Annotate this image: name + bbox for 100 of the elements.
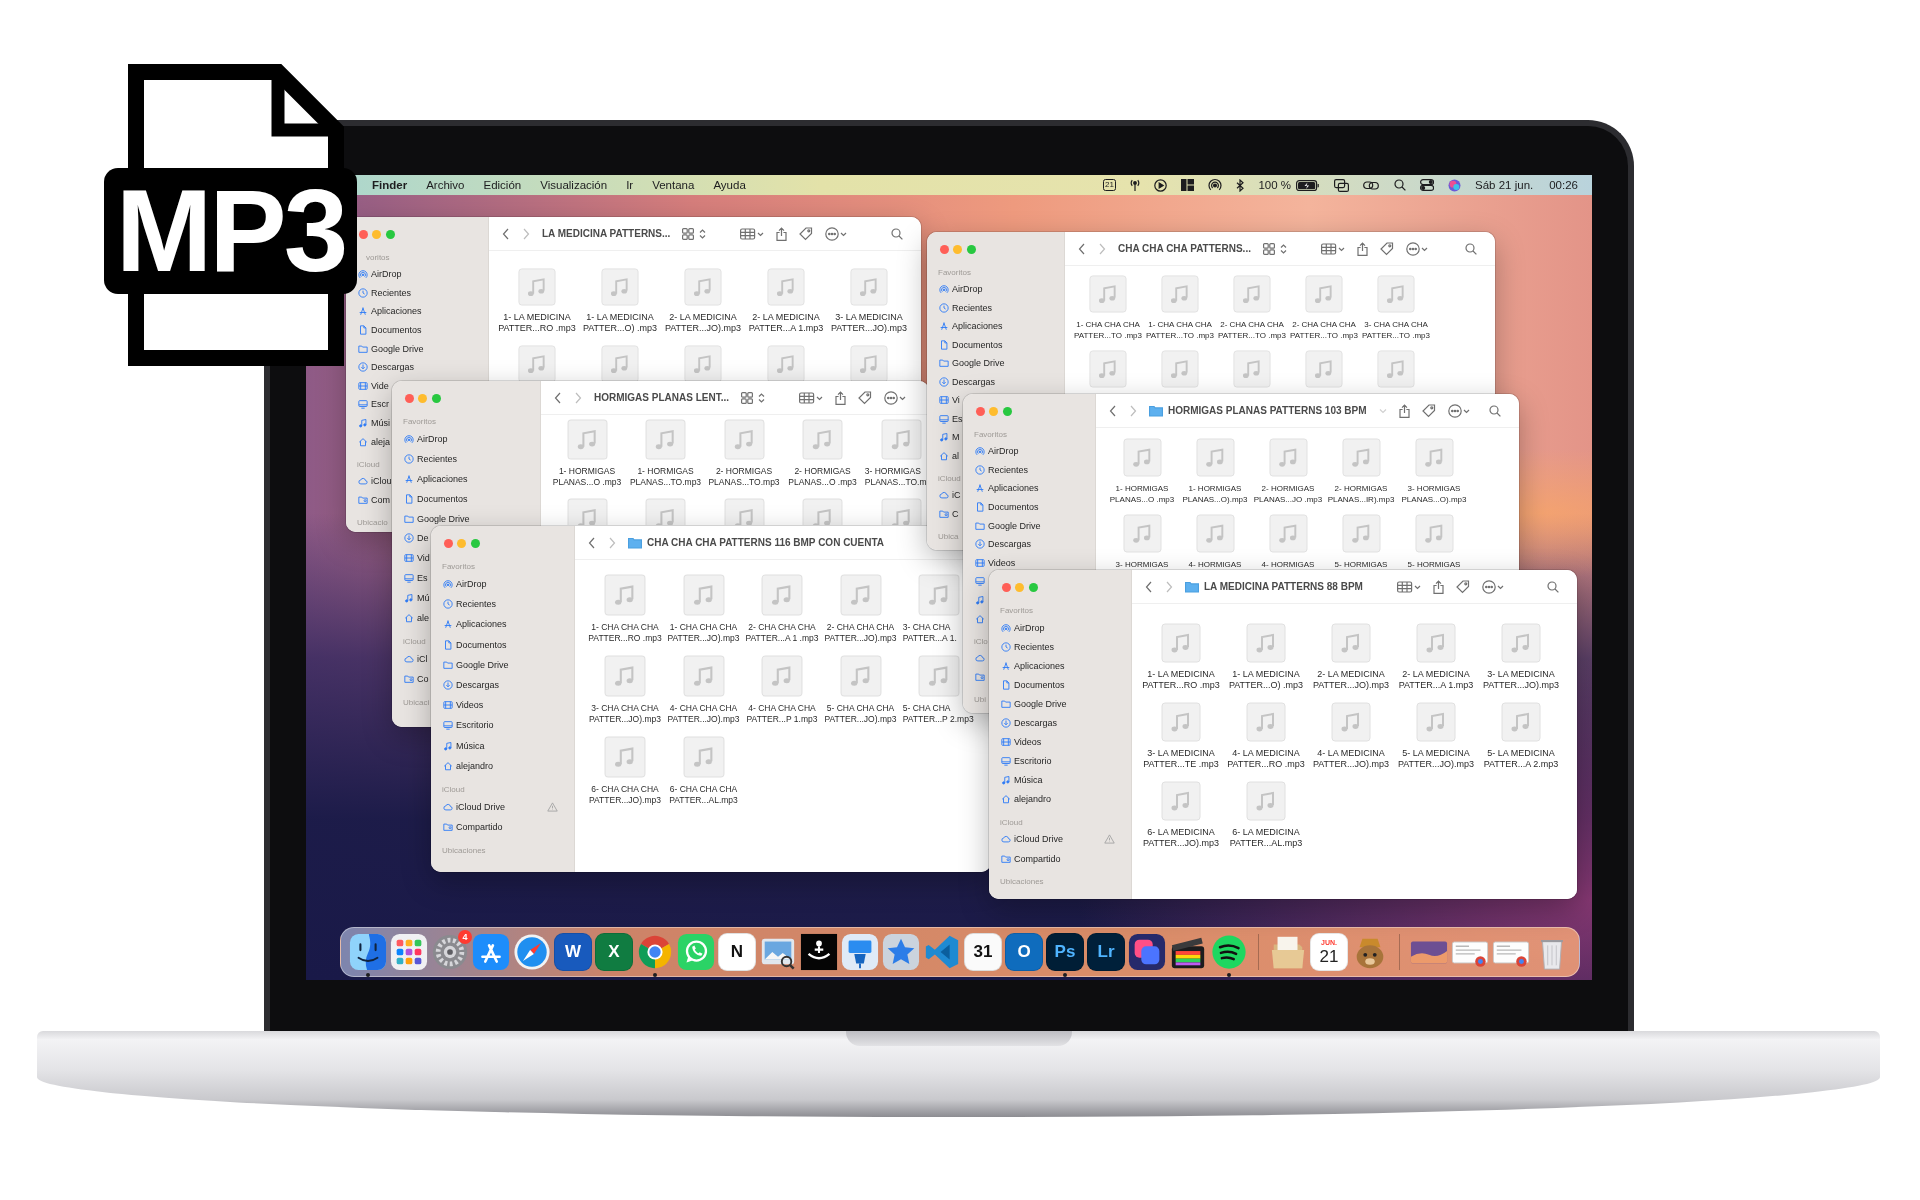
sidebar-item[interactable]: Aplicaciones	[404, 473, 468, 484]
audio-file-icon[interactable]	[850, 344, 888, 381]
sidebar-item[interactable]: Google Drive	[939, 358, 1005, 369]
grid-view-icon[interactable]	[682, 227, 707, 240]
back-icon[interactable]	[502, 227, 510, 240]
sidebar-item[interactable]: Google Drive	[443, 659, 509, 670]
audio-file-icon[interactable]	[1501, 702, 1541, 742]
sidebar-item[interactable]: Música	[443, 740, 485, 751]
sidebar-item[interactable]: Aplicaciones	[358, 306, 422, 317]
grouped-list-icon[interactable]	[799, 391, 823, 404]
search-icon[interactable]	[891, 227, 903, 240]
grid-view-icon[interactable]	[741, 391, 765, 404]
reclining-figure-icon[interactable]	[800, 933, 838, 971]
share-icon[interactable]	[835, 390, 846, 405]
sidebar-item[interactable]: Escritorio	[443, 720, 494, 731]
sidebar-item[interactable]: Vi	[939, 395, 960, 406]
audio-file-icon[interactable]	[1195, 438, 1235, 477]
sidebar-item[interactable]: Música	[1001, 775, 1043, 786]
audio-file-icon[interactable]	[761, 655, 803, 697]
sidebar-item[interactable]: Aplicaciones	[1001, 660, 1065, 671]
app-menu[interactable]: Finder	[372, 179, 408, 191]
battery-icon[interactable]	[1296, 179, 1321, 191]
app-grid-icon[interactable]	[390, 933, 428, 971]
audio-file-icon[interactable]	[1377, 350, 1415, 388]
sidebar-item[interactable]: Descargas	[443, 680, 500, 691]
audio-file-icon[interactable]	[1331, 623, 1371, 663]
play-circle-icon[interactable]	[1154, 178, 1168, 192]
sidebar-item[interactable]: Videos	[443, 700, 484, 711]
audio-file-icon[interactable]	[1268, 513, 1308, 553]
sidebar-item[interactable]: Músi	[358, 418, 390, 429]
audio-file-icon[interactable]	[1161, 781, 1201, 821]
sidebar-item[interactable]: De	[404, 533, 429, 544]
sidebar-item[interactable]: Recientes	[443, 599, 497, 610]
zoom-button[interactable]	[1002, 406, 1012, 416]
audio-file-icon[interactable]	[839, 655, 882, 697]
zoom-button[interactable]	[966, 244, 976, 254]
search-icon[interactable]	[1489, 404, 1501, 417]
audio-file-icon[interactable]	[1161, 350, 1199, 388]
audio-file-icon[interactable]	[1341, 438, 1381, 477]
back-icon[interactable]	[1078, 242, 1086, 255]
audio-file-icon[interactable]	[684, 267, 722, 306]
sidebar-item[interactable]: Google Drive	[404, 513, 470, 524]
audio-file-icon[interactable]	[1161, 275, 1199, 313]
smiling-face-icon[interactable]	[349, 933, 387, 971]
sidebar-item[interactable]: C	[939, 508, 959, 519]
sidebar-item[interactable]: Recientes	[1001, 641, 1055, 652]
audio-file-icon[interactable]	[1305, 350, 1343, 388]
sidebar-item[interactable]: Videos	[1001, 737, 1042, 748]
close-button[interactable]	[404, 393, 414, 403]
sidebar-item[interactable]: Aplicaciones	[975, 483, 1039, 494]
sidebar-item[interactable]: Descargas	[975, 539, 1032, 550]
sidebar-item[interactable]: Recientes	[404, 453, 458, 464]
menu-item[interactable]: Ayuda	[713, 179, 746, 191]
sidebar-item[interactable]: AirDrop	[358, 269, 402, 280]
audio-file-icon[interactable]	[1246, 702, 1286, 742]
forward-icon[interactable]	[1129, 404, 1137, 417]
close-button[interactable]	[1001, 582, 1011, 592]
audio-file-icon[interactable]	[1089, 275, 1127, 313]
sidebar-item[interactable]: Documentos	[443, 639, 507, 650]
sidebar-item[interactable]: Documentos	[939, 339, 1003, 350]
audio-file-icon[interactable]	[518, 267, 556, 306]
sidebar-item[interactable]: Descargas	[358, 362, 415, 373]
compass-icon[interactable]	[513, 933, 551, 971]
audio-file-icon[interactable]	[802, 419, 843, 460]
menu-item[interactable]: Ir	[626, 179, 634, 191]
audio-file-icon[interactable]	[1341, 513, 1381, 553]
letter-tile[interactable]: Lr	[1087, 933, 1125, 971]
forward-icon[interactable]	[1098, 242, 1106, 255]
chat-bubble-icon[interactable]	[677, 933, 715, 971]
sidebar-item[interactable]: Es	[939, 413, 963, 424]
zoom-button[interactable]	[470, 538, 480, 548]
audio-file-icon[interactable]	[1195, 513, 1235, 553]
grouped-list-icon[interactable]	[740, 227, 765, 240]
back-icon[interactable]	[1109, 404, 1117, 417]
sidebar-item[interactable]	[975, 613, 985, 624]
more-icon[interactable]	[1481, 579, 1504, 594]
gear-icon[interactable]	[431, 933, 469, 971]
sidebar-item[interactable]: Videos	[975, 557, 1016, 568]
antenna-icon[interactable]	[1130, 178, 1141, 192]
menu-item[interactable]: Ventana	[652, 179, 695, 191]
forward-icon[interactable]	[574, 391, 582, 404]
close-button[interactable]	[358, 229, 368, 239]
a-shape-icon[interactable]	[472, 933, 510, 971]
audio-file-icon[interactable]	[604, 574, 646, 616]
audio-file-icon[interactable]	[1377, 275, 1415, 313]
audio-file-icon[interactable]	[1233, 275, 1271, 313]
sidebar-item[interactable]	[975, 576, 985, 587]
audio-file-icon[interactable]	[682, 655, 725, 697]
audio-file-icon[interactable]	[1414, 513, 1454, 553]
sidebar-item[interactable]: aleja	[358, 436, 390, 447]
forward-icon[interactable]	[1165, 580, 1173, 593]
audio-file-icon[interactable]	[601, 267, 639, 306]
layered-squares-icon[interactable]	[1128, 933, 1166, 971]
sidebar-item[interactable]: Documentos	[1001, 679, 1065, 690]
sidebar-item[interactable]: AirDrop	[975, 446, 1019, 457]
sidebar-item[interactable]: Vide	[358, 380, 389, 391]
grouped-list-icon[interactable]	[1320, 242, 1345, 255]
audio-file-icon[interactable]	[918, 655, 960, 697]
audio-file-icon[interactable]	[839, 574, 882, 616]
sidebar-item[interactable]: Compartido	[443, 822, 503, 833]
